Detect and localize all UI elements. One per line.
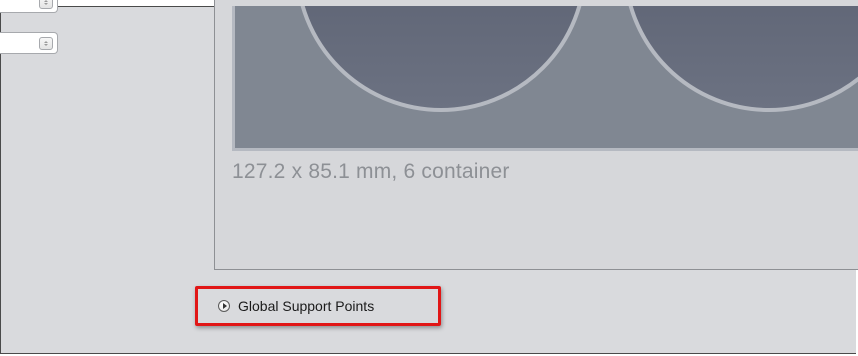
spin-box-upper[interactable] <box>0 0 58 13</box>
spin-down-icon <box>44 44 48 46</box>
plate-preview <box>232 6 858 151</box>
spin-box-lower[interactable] <box>0 32 58 54</box>
spin-down-icon <box>44 3 48 5</box>
spin-button-lower[interactable] <box>39 37 53 50</box>
well-1 <box>300 6 582 112</box>
well-2 <box>628 6 858 112</box>
global-support-points-expander[interactable]: Global Support Points <box>195 286 441 326</box>
spin-button-upper[interactable] <box>39 0 53 9</box>
spin-up-icon <box>44 41 48 43</box>
plate-dimensions-caption: 127.2 x 85.1 mm, 6 container <box>232 160 510 183</box>
expand-right-icon[interactable] <box>218 300 230 312</box>
spin-up-icon <box>44 0 48 2</box>
plate-wells <box>300 6 858 112</box>
global-support-points-label: Global Support Points <box>238 298 375 314</box>
